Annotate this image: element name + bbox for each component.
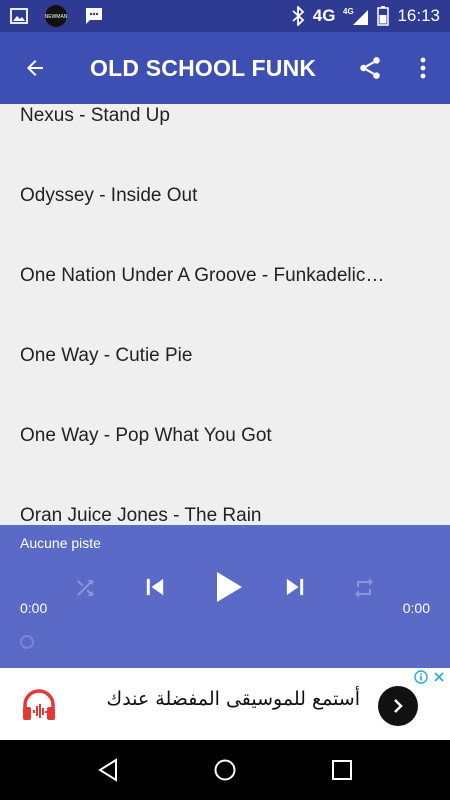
next-button[interactable] <box>278 570 312 604</box>
repeat-button[interactable] <box>349 573 379 603</box>
chevron-right-icon <box>394 699 403 713</box>
square-recents-icon <box>331 760 352 780</box>
now-playing-label: Aucune piste <box>20 535 101 551</box>
ad-banner[interactable]: أستمع للموسيقى المفضلة عندك <box>0 668 450 740</box>
status-bar: NEWMAN 4G 4G 16:13 <box>0 0 450 32</box>
more-vert-icon <box>420 57 426 79</box>
system-nav-bar <box>0 740 450 800</box>
svg-text:4G: 4G <box>343 7 354 16</box>
headphones-icon <box>20 686 58 724</box>
svg-text:NEWMAN: NEWMAN <box>45 14 68 20</box>
skip-next-icon <box>286 578 304 596</box>
seek-bar-thumb[interactable] <box>20 635 34 649</box>
nav-recents-button[interactable] <box>322 750 362 790</box>
share-icon <box>360 57 380 79</box>
ad-text: أستمع للموسيقى المفضلة عندك <box>106 688 360 710</box>
play-icon <box>217 572 242 602</box>
repeat-icon <box>355 578 373 598</box>
play-button[interactable] <box>205 565 249 609</box>
gallery-icon <box>10 7 28 25</box>
battery-icon <box>377 6 390 26</box>
previous-button[interactable] <box>138 570 172 604</box>
ad-close-icon[interactable] <box>432 670 446 684</box>
elapsed-time: 0:00 <box>20 600 48 616</box>
nav-back-button[interactable] <box>88 750 128 790</box>
shuffle-button[interactable] <box>70 573 100 603</box>
track-item[interactable]: One Way - Cutie Pie <box>20 344 192 368</box>
shuffle-icon <box>77 580 93 596</box>
track-item[interactable]: Odyssey - Inside Out <box>20 184 197 208</box>
music-player: Aucune piste 0:00 0:00 <box>0 525 450 668</box>
bluetooth-icon <box>291 6 305 26</box>
message-icon <box>84 6 104 26</box>
circle-home-icon <box>214 759 236 781</box>
page-title: OLD SCHOOL FUNK <box>90 54 317 81</box>
triangle-back-icon <box>98 758 118 782</box>
ad-info-icon[interactable] <box>414 670 428 684</box>
network-type: 4G <box>312 6 336 25</box>
share-button[interactable] <box>350 48 390 88</box>
app-notification-icon: NEWMAN <box>44 4 68 28</box>
track-item[interactable]: Oran Juice Jones - The Rain <box>20 504 262 525</box>
clock: 16:13 <box>397 6 440 25</box>
arrow-left-icon <box>27 60 43 76</box>
app-bar: OLD SCHOOL FUNK <box>0 32 450 104</box>
signal-icon: 4G <box>343 6 369 26</box>
total-time: 0:00 <box>402 600 430 616</box>
track-item[interactable]: Nexus - Stand Up <box>20 104 170 128</box>
more-options-button[interactable] <box>406 48 440 88</box>
track-list[interactable]: Nexus - Stand Up Odyssey - Inside Out On… <box>0 104 450 525</box>
nav-home-button[interactable] <box>205 750 245 790</box>
track-item[interactable]: One Way - Pop What You Got <box>20 424 272 448</box>
track-item[interactable]: One Nation Under A Groove - Funkadelic… <box>20 264 384 288</box>
back-button[interactable] <box>0 32 70 104</box>
ad-open-button[interactable] <box>378 686 418 726</box>
skip-previous-icon <box>146 578 164 596</box>
